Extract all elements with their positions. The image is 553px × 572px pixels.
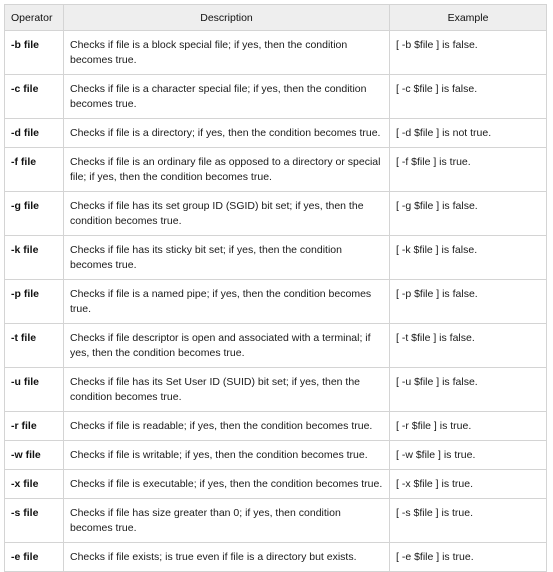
header-operator: Operator xyxy=(4,4,64,31)
header-description: Description xyxy=(63,4,390,31)
description-cell: Checks if file exists; is true even if f… xyxy=(63,542,390,572)
description-cell: Checks if file has its set group ID (SGI… xyxy=(63,191,390,236)
operator-cell: -x file xyxy=(4,469,64,499)
operator-cell: -e file xyxy=(4,542,64,572)
example-cell: [ -s $file ] is true. xyxy=(389,498,547,543)
file-test-operators-table: Operator Description Example -b file Che… xyxy=(4,4,547,572)
description-cell: Checks if file is an ordinary file as op… xyxy=(63,147,390,192)
example-cell: [ -e $file ] is true. xyxy=(389,542,547,572)
operator-cell: -f file xyxy=(4,147,64,192)
example-cell: [ -w $file ] is true. xyxy=(389,440,547,470)
table-row: -d file Checks if file is a directory; i… xyxy=(4,118,547,148)
table-row: -b file Checks if file is a block specia… xyxy=(4,30,547,75)
table-row: -f file Checks if file is an ordinary fi… xyxy=(4,147,547,192)
example-cell: [ -r $file ] is true. xyxy=(389,411,547,441)
description-cell: Checks if file is a named pipe; if yes, … xyxy=(63,279,390,324)
example-cell: [ -k $file ] is false. xyxy=(389,235,547,280)
header-row: Operator Description Example xyxy=(4,4,547,31)
operator-cell: -s file xyxy=(4,498,64,543)
table-header: Operator Description Example xyxy=(4,4,547,31)
description-cell: Checks if file is a character special fi… xyxy=(63,74,390,119)
description-cell: Checks if file descriptor is open and as… xyxy=(63,323,390,368)
example-cell: [ -f $file ] is true. xyxy=(389,147,547,192)
operator-cell: -p file xyxy=(4,279,64,324)
operator-cell: -g file xyxy=(4,191,64,236)
table-row: -t file Checks if file descriptor is ope… xyxy=(4,323,547,368)
table-row: -w file Checks if file is writable; if y… xyxy=(4,440,547,470)
example-cell: [ -c $file ] is false. xyxy=(389,74,547,119)
operator-cell: -w file xyxy=(4,440,64,470)
example-cell: [ -x $file ] is true. xyxy=(389,469,547,499)
table-row: -c file Checks if file is a character sp… xyxy=(4,74,547,119)
description-cell: Checks if file is writable; if yes, then… xyxy=(63,440,390,470)
file-test-operators-table-wrapper: Operator Description Example -b file Che… xyxy=(4,4,547,572)
operator-cell: -r file xyxy=(4,411,64,441)
table-row: -p file Checks if file is a named pipe; … xyxy=(4,279,547,324)
table-row: -s file Checks if file has size greater … xyxy=(4,498,547,543)
example-cell: [ -u $file ] is false. xyxy=(389,367,547,412)
operator-cell: -u file xyxy=(4,367,64,412)
operator-cell: -t file xyxy=(4,323,64,368)
operator-cell: -k file xyxy=(4,235,64,280)
description-cell: Checks if file is a directory; if yes, t… xyxy=(63,118,390,148)
operator-cell: -d file xyxy=(4,118,64,148)
operator-cell: -c file xyxy=(4,74,64,119)
example-cell: [ -b $file ] is false. xyxy=(389,30,547,75)
table-body: -b file Checks if file is a block specia… xyxy=(4,30,547,572)
table-row: -x file Checks if file is executable; if… xyxy=(4,469,547,499)
example-cell: [ -d $file ] is not true. xyxy=(389,118,547,148)
operator-cell: -b file xyxy=(4,30,64,75)
table-row: -e file Checks if file exists; is true e… xyxy=(4,542,547,572)
description-cell: Checks if file has its sticky bit set; i… xyxy=(63,235,390,280)
table-row: -r file Checks if file is readable; if y… xyxy=(4,411,547,441)
description-cell: Checks if file is executable; if yes, th… xyxy=(63,469,390,499)
example-cell: [ -p $file ] is false. xyxy=(389,279,547,324)
table-row: -g file Checks if file has its set group… xyxy=(4,191,547,236)
description-cell: Checks if file is a block special file; … xyxy=(63,30,390,75)
description-cell: Checks if file has size greater than 0; … xyxy=(63,498,390,543)
table-row: -k file Checks if file has its sticky bi… xyxy=(4,235,547,280)
example-cell: [ -g $file ] is false. xyxy=(389,191,547,236)
description-cell: Checks if file is readable; if yes, then… xyxy=(63,411,390,441)
table-row: -u file Checks if file has its Set User … xyxy=(4,367,547,412)
header-example: Example xyxy=(389,4,547,31)
description-cell: Checks if file has its Set User ID (SUID… xyxy=(63,367,390,412)
example-cell: [ -t $file ] is false. xyxy=(389,323,547,368)
